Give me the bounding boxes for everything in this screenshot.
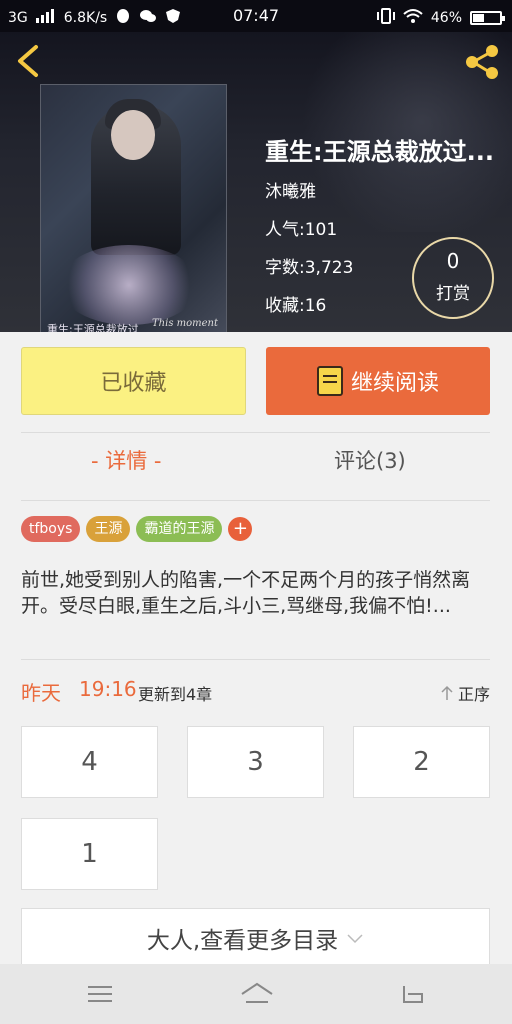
menu-icon [88,986,112,1002]
favorited-label: 已收藏 [100,371,167,396]
back-button[interactable] [14,44,42,78]
menu-button[interactable] [86,980,114,1008]
chevron-down-icon [347,934,363,944]
tab-bar: - 详情 - 评论(3) [21,445,490,485]
book-title: 重生:王源总裁放过... [265,138,494,166]
system-nav-bar [0,964,512,1024]
update-day: 昨天 [21,681,61,705]
cover-title: 重生:王源总裁放过 [47,323,139,332]
book-cover[interactable]: 重生:王源总裁放过 This moment [40,84,227,332]
chapter-button[interactable]: 2 [353,726,490,798]
divider [21,659,490,660]
status-bar: 3G 6.8K/s 07:47 46% [0,0,512,32]
tab-comments[interactable]: 评论(3) [334,445,406,475]
book-icon [316,366,343,396]
return-icon [403,986,423,1003]
chapter-button[interactable]: 1 [21,818,158,890]
chapter-button[interactable]: 4 [21,726,158,798]
favorited-button[interactable]: 已收藏 [21,347,246,415]
wifi-icon [403,8,423,28]
tag-list: tfboys 王源 霸道的王源 + [21,516,253,542]
share-button[interactable] [464,44,500,80]
tag-domineering-wangyuan[interactable]: 霸道的王源 [136,516,223,542]
home-button[interactable] [240,980,274,1008]
update-text: 更新到4章 [138,685,213,704]
tag-tfboys[interactable]: tfboys [21,516,81,542]
book-header: 重生:王源总裁放过 This moment 重生:王源总裁放过... 沐曦雅 人… [0,32,512,332]
update-row: 昨天 19:16 更新到4章 正序 [21,677,490,707]
share-icon [466,45,498,79]
book-description[interactable]: 前世,她受到别人的陷害,一个不足两个月的孩子悄然离开。受尽白眼,重生之后,斗小三… [21,567,490,619]
tip-count: 0 [446,249,460,273]
back-nav-button[interactable] [398,980,426,1008]
tip-button[interactable]: 0 打赏 [412,237,494,319]
chapter-button[interactable]: 3 [187,726,324,798]
add-tag-button[interactable]: + [228,517,253,541]
book-author[interactable]: 沐曦雅 [265,177,510,202]
tab-detail[interactable]: - 详情 - [91,445,162,475]
divider [21,500,490,501]
continue-reading-label: 继续阅读 [350,371,439,396]
update-time: 19:16 [79,677,137,701]
home-icon [241,982,273,1003]
arrow-up-icon [441,685,453,700]
divider [21,432,490,433]
more-catalog-label: 大人,查看更多目录 [146,928,339,954]
more-catalog-button[interactable]: 大人,查看更多目录 [21,908,490,968]
sort-order-toggle[interactable]: 正序 [440,681,490,705]
chevron-left-icon [18,45,38,77]
cover-caption: This moment [152,318,218,329]
tip-label: 打赏 [436,284,470,304]
battery-level: 46% [430,10,462,26]
book-popularity: 人气:101 [265,220,338,240]
continue-reading-button[interactable]: 继续阅读 [266,347,490,415]
battery-icon [470,11,505,25]
tag-wangyuan[interactable]: 王源 [86,516,131,542]
vibrate-icon [376,8,395,28]
sort-order-label: 正序 [457,685,490,704]
